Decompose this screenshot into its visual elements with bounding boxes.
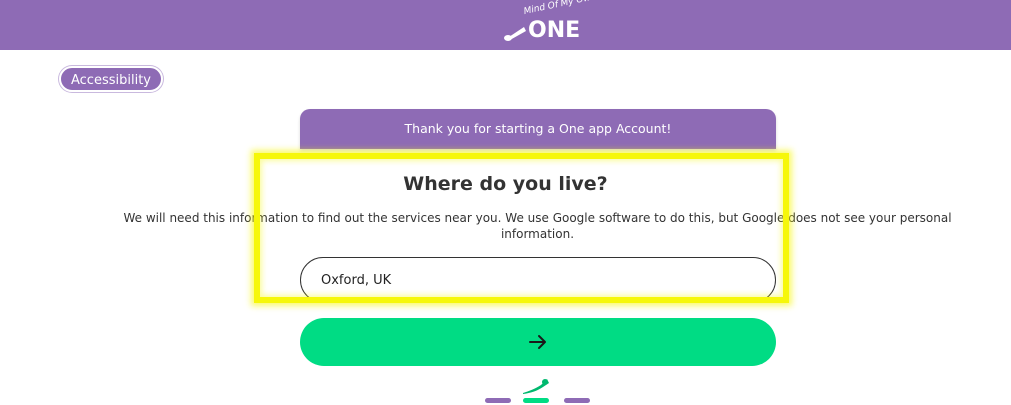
top-bar: Mind Of My Own ONE [0,0,1011,50]
progress-step-2-current [523,398,549,403]
question-title: Where do you live? [403,173,608,195]
progress-step-1 [485,398,511,403]
welcome-banner: Thank you for starting a One app Account… [300,109,776,149]
question-description: We will need this information to find ou… [123,211,952,241]
next-button[interactable] [300,318,776,366]
progress-indicator [485,375,595,405]
progress-step-3 [564,398,590,403]
megaphone-icon [504,27,526,41]
accessibility-button[interactable]: Accessibility [59,66,163,92]
megaphone-icon [523,379,549,394]
logo-title: ONE [528,18,581,43]
app-logo[interactable]: Mind Of My Own ONE [504,0,597,45]
logo-subtitle: Mind Of My Own [522,0,598,17]
location-input[interactable] [300,257,776,303]
arrow-right-icon [529,335,546,349]
